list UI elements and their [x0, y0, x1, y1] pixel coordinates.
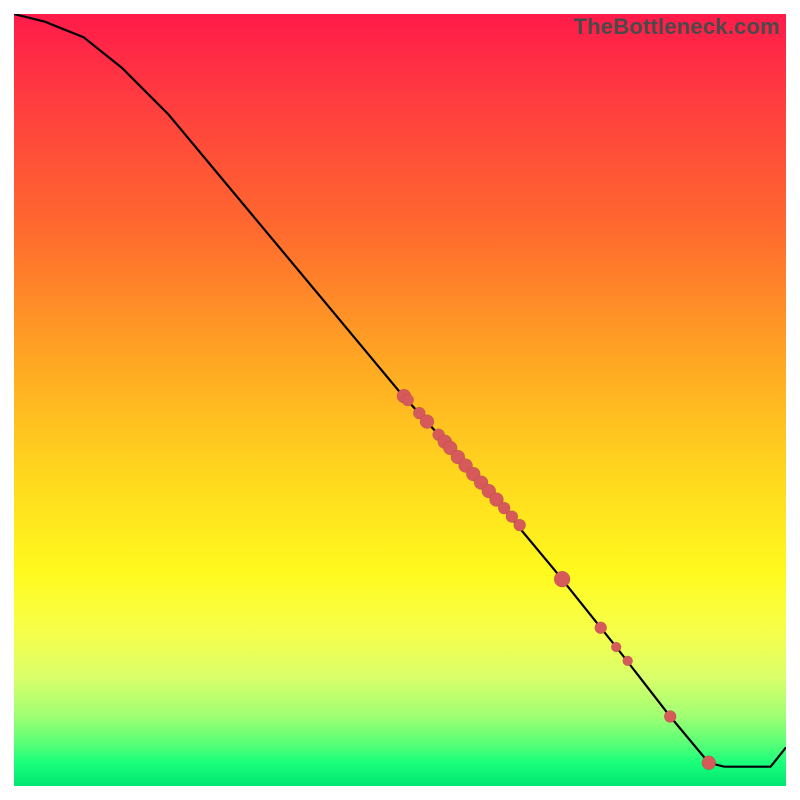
- data-points-group: [397, 389, 716, 770]
- data-point: [420, 415, 434, 429]
- data-point: [623, 656, 633, 666]
- data-point: [664, 711, 676, 723]
- data-point: [611, 642, 621, 652]
- chart-container: TheBottleneck.com: [0, 0, 800, 800]
- chart-overlay-svg: [14, 14, 786, 786]
- data-point: [554, 571, 570, 587]
- data-point: [514, 519, 526, 531]
- plot-area: TheBottleneck.com: [14, 14, 786, 786]
- data-point: [595, 622, 607, 634]
- data-point: [402, 394, 414, 406]
- data-point: [702, 756, 716, 770]
